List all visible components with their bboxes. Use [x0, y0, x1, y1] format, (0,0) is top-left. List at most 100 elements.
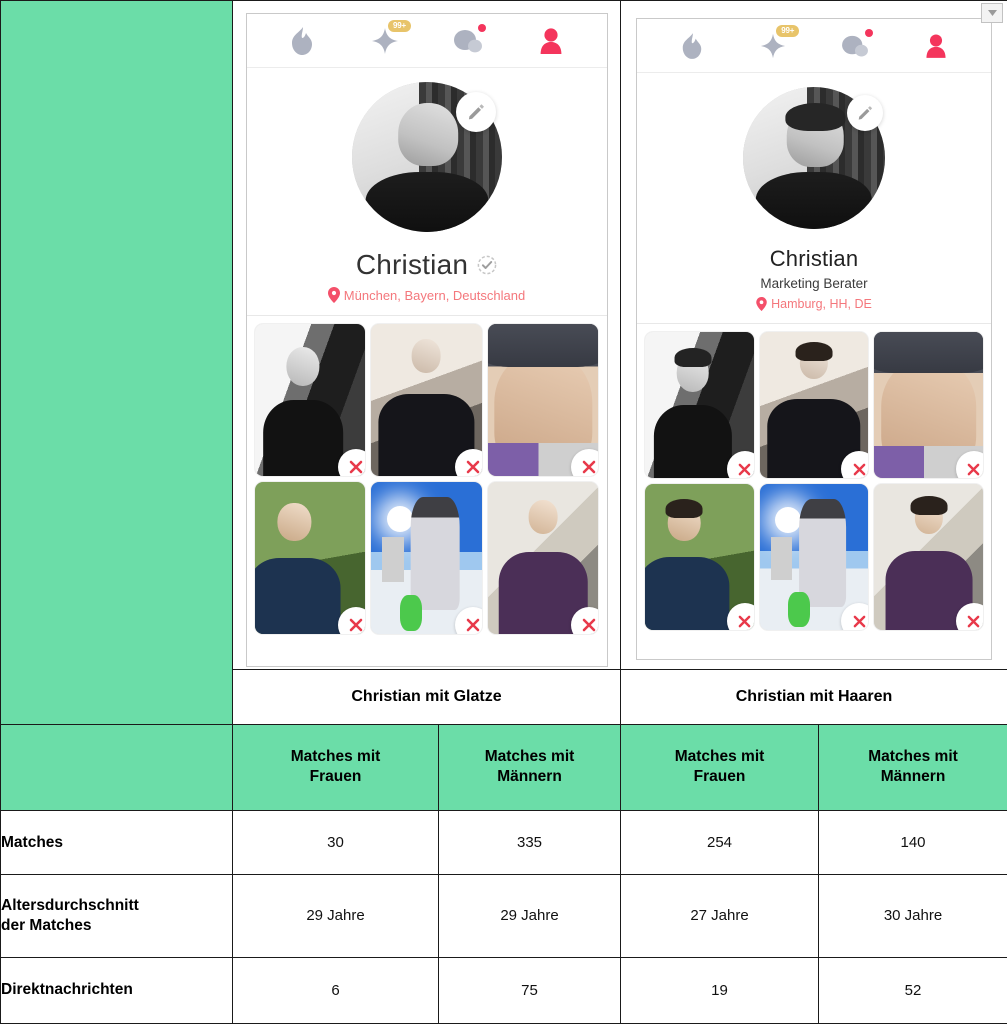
tinder-profile-card-haaren: 99+ Christian Marketing Berater Hamburg,…: [636, 18, 992, 661]
nav-messages-button[interactable]: [835, 26, 875, 66]
avatar-wrapper[interactable]: [743, 87, 885, 230]
photo-tile[interactable]: [874, 484, 983, 631]
photo-tile[interactable]: [371, 482, 482, 635]
close-icon: [968, 463, 980, 475]
edit-photo-button[interactable]: [847, 95, 883, 132]
person-icon: [926, 34, 946, 58]
row-label-line-1: Altersdurchschnitt: [1, 897, 139, 915]
comparison-page: 99+ Christian München, Bayern, Deutschla…: [0, 0, 1007, 1024]
photo-tile[interactable]: [487, 482, 599, 635]
cell-alter-haaren-maennern: 30 Jahre: [818, 874, 1007, 958]
avatar-wrapper[interactable]: [351, 82, 502, 233]
photo-tile[interactable]: [759, 332, 869, 479]
green-sidebar-cell: [0, 0, 233, 725]
profile-location-row: Hamburg, HH, DE: [637, 297, 991, 312]
location-pin-icon: [756, 297, 767, 312]
comparison-table: 99+ Christian München, Bayern, Deutschla…: [0, 0, 1007, 1024]
close-icon: [349, 618, 363, 632]
header-line-1: Matches mit: [290, 748, 381, 766]
cell-dm-haaren-maennern: 52: [818, 956, 1007, 1024]
header-line-1: Matches mit: [484, 748, 575, 766]
close-icon: [583, 618, 596, 632]
profile-name-row: Christian: [637, 246, 991, 272]
close-icon: [738, 615, 751, 627]
close-icon: [853, 463, 866, 475]
row-label-matches: Matches: [0, 809, 233, 876]
profile-hero-haaren: Christian Marketing Berater Hamburg, HH,…: [637, 73, 991, 325]
profile-job-title: Marketing Berater: [760, 276, 868, 292]
profile-media-cell-haaren: 99+ Christian Marketing Berater Hamburg,…: [620, 0, 1007, 671]
table-row: Direktnachrichten 6 75 19 52: [0, 956, 1007, 1024]
tinder-profile-card-glatze: 99+ Christian München, Bayern, Deutschla…: [245, 13, 608, 668]
header-line-1: Matches mit: [674, 748, 765, 766]
profile-location: München, Bayern, Deutschland: [343, 287, 526, 303]
photo-tile[interactable]: [759, 484, 869, 631]
nav-profile-button[interactable]: [531, 21, 571, 61]
table-row: Matches 30 335 254 140: [0, 809, 1007, 876]
delete-photo-button[interactable]: [841, 451, 869, 479]
delete-photo-button[interactable]: [571, 607, 599, 635]
caption-glatze: Christian mit Glatze: [232, 669, 621, 725]
photo-tile[interactable]: [645, 484, 754, 631]
edit-photo-button[interactable]: [455, 92, 496, 133]
photo-grid-wrapper-haaren: [637, 324, 991, 641]
close-icon: [349, 460, 363, 474]
cell-alter-haaren-frauen: 27 Jahre: [620, 874, 819, 958]
verified-badge-icon: [477, 255, 497, 275]
close-icon: [853, 615, 866, 627]
nav-messages-button[interactable]: [448, 21, 488, 61]
row-label-direktnachrichten: Direktnachrichten: [0, 956, 233, 1024]
profile-name: Christian: [769, 246, 859, 272]
pencil-icon: [858, 106, 873, 120]
chat-bubbles-icon: [454, 29, 482, 53]
chevron-down-icon: [987, 10, 997, 16]
nav-profile-button[interactable]: [916, 26, 956, 66]
nav-top-picks-button[interactable]: 99+: [365, 19, 411, 61]
photo-tile[interactable]: [645, 332, 754, 479]
screenshots-row: 99+ Christian München, Bayern, Deutschla…: [0, 0, 1007, 725]
column-header-haaren-frauen: Matches mit Frauen: [620, 723, 819, 811]
photo-grid-wrapper-glatze: [246, 316, 607, 645]
cell-matches-glatze-maennern: 335: [438, 809, 621, 876]
caption-haaren: Christian mit Haaren: [620, 669, 1007, 725]
header-line-1: Matches mit: [868, 748, 958, 766]
cell-matches-haaren-maennern: 140: [818, 809, 1007, 876]
header-line-2: Frauen: [693, 768, 746, 786]
profile-name: Christian: [355, 249, 469, 281]
cell-matches-glatze-frauen: 30: [232, 809, 439, 876]
column-header-haaren-maennern: Matches mit Männern: [818, 723, 1007, 811]
profile-name-row: Christian: [247, 249, 607, 281]
top-picks-badge: 99+: [776, 24, 800, 37]
photo-tile[interactable]: [254, 482, 366, 635]
table-row: Altersdurchschnitt der Matches 29 Jahre …: [0, 874, 1007, 958]
cell-alter-glatze-frauen: 29 Jahre: [232, 874, 439, 958]
flame-icon: [292, 26, 312, 55]
nav-flame-button[interactable]: [672, 26, 712, 66]
flame-icon: [682, 32, 701, 59]
photo-tile[interactable]: [874, 332, 983, 479]
profile-location: Hamburg, HH, DE: [771, 297, 872, 312]
photo-tile[interactable]: [487, 324, 599, 477]
delete-photo-button[interactable]: [841, 603, 869, 631]
profile-media-cell-glatze: 99+ Christian München, Bayern, Deutschla…: [232, 0, 621, 671]
close-icon: [583, 460, 596, 474]
location-pin-icon: [327, 287, 340, 304]
close-icon: [466, 460, 480, 474]
header-line-2: Männern: [880, 768, 946, 786]
close-icon: [466, 618, 480, 632]
column-header-glatze-frauen: Matches mit Frauen: [232, 723, 439, 811]
delete-photo-button[interactable]: [571, 449, 599, 477]
window-spinner-control[interactable]: [981, 3, 1003, 23]
close-icon: [968, 615, 980, 627]
photo-grid: [645, 332, 983, 631]
table-header-row: Matches mit Frauen Matches mit Männern M…: [0, 723, 1007, 811]
cell-matches-haaren-frauen: 254: [620, 809, 819, 876]
photo-tile[interactable]: [254, 324, 366, 477]
header-line-2: Männern: [497, 768, 562, 786]
photo-grid: [254, 324, 599, 635]
profile-hero-glatze: Christian München, Bayern, Deutschland: [246, 68, 607, 317]
photo-tile[interactable]: [371, 324, 482, 477]
cell-alter-glatze-maennern: 29 Jahre: [438, 874, 621, 958]
nav-top-picks-button[interactable]: 99+: [753, 24, 800, 66]
nav-flame-button[interactable]: [282, 21, 322, 61]
